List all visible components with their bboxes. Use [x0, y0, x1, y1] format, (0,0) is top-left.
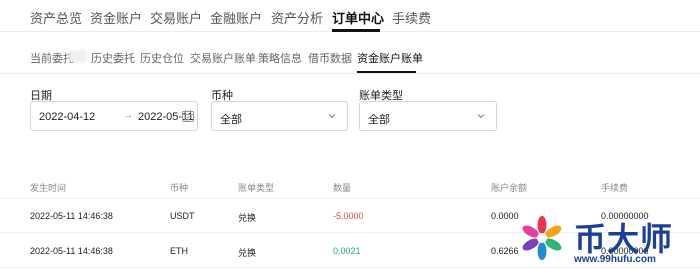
active-subtab-indicator	[357, 71, 416, 73]
cell-bill-type: 兑换	[238, 213, 257, 223]
top-nav-order-center[interactable]: 订单中心	[332, 8, 384, 27]
cell-amount: 0.0021	[333, 246, 361, 256]
column-header-balance: 账户余额	[491, 183, 528, 193]
currency-select[interactable]: 全部	[211, 101, 348, 131]
chevron-down-icon	[477, 114, 485, 119]
tab-funding-account-bills[interactable]: 资金账户账单	[357, 50, 423, 66]
sub-nav: 当前委托 历史委托 历史仓位 交易账户账单 策略信息 借币数据 资金账户账单	[0, 46, 700, 74]
cell-currency: USDT	[170, 211, 195, 221]
top-nav-trading-account[interactable]: 交易账户	[150, 8, 202, 27]
bill-type-select-value: 全部	[368, 114, 390, 126]
top-nav-asset-overview[interactable]: 资产总览	[30, 8, 82, 27]
top-nav-finance-account[interactable]: 金融账户	[210, 8, 262, 27]
watermark-url: www.99hufu.com	[574, 254, 656, 265]
currency-select-value: 全部	[220, 114, 242, 126]
column-header-amount: 数量	[333, 183, 352, 193]
tab-order-history[interactable]: 历史委托	[91, 50, 135, 66]
tab-borrow-data[interactable]: 借币数据	[308, 50, 352, 66]
column-header-currency: 币种	[170, 183, 189, 193]
tab-trading-account-bills[interactable]: 交易账户账单	[190, 50, 256, 66]
date-start-value[interactable]: 2022-04-12	[39, 111, 95, 123]
top-nav-funding-account[interactable]: 资金账户	[90, 8, 142, 27]
cell-bill-type: 兑换	[238, 248, 257, 258]
active-tab-indicator	[332, 29, 380, 32]
date-range-arrow: →	[123, 110, 133, 121]
column-header-bill-type: 账单类型	[238, 183, 275, 193]
cell-time: 2022-05-11 14:46:38	[30, 211, 113, 221]
date-range-picker[interactable]: 2022-04-12 → 2022-05-11	[30, 101, 198, 131]
tab-position-history[interactable]: 历史仓位	[140, 50, 184, 66]
column-header-time: 发生时间	[30, 183, 67, 193]
brand-logo-icon	[522, 216, 562, 260]
table-header: 发生时间 币种 账单类型 数量 账户余额 手续费	[0, 177, 700, 199]
tab-current-orders[interactable]: 当前委托	[30, 50, 74, 66]
watermark: 币大师 www.99hufu.com	[512, 210, 700, 269]
bill-type-select[interactable]: 全部	[359, 101, 497, 131]
calendar-icon[interactable]	[181, 109, 195, 123]
tab-strategy-info[interactable]: 策略信息	[258, 50, 302, 66]
cell-amount: -5.0000	[333, 211, 364, 221]
column-header-fee: 手续费	[601, 183, 629, 193]
top-nav: 资产总览 资金账户 交易账户 金融账户 资产分析 订单中心 手续费	[0, 0, 700, 32]
redacted-badge	[69, 50, 87, 62]
top-nav-fees[interactable]: 手续费	[392, 8, 431, 27]
top-nav-asset-analysis[interactable]: 资产分析	[271, 8, 323, 27]
chevron-down-icon	[328, 114, 336, 119]
cell-currency: ETH	[170, 246, 188, 256]
cell-time: 2022-05-11 14:46:38	[30, 246, 113, 256]
